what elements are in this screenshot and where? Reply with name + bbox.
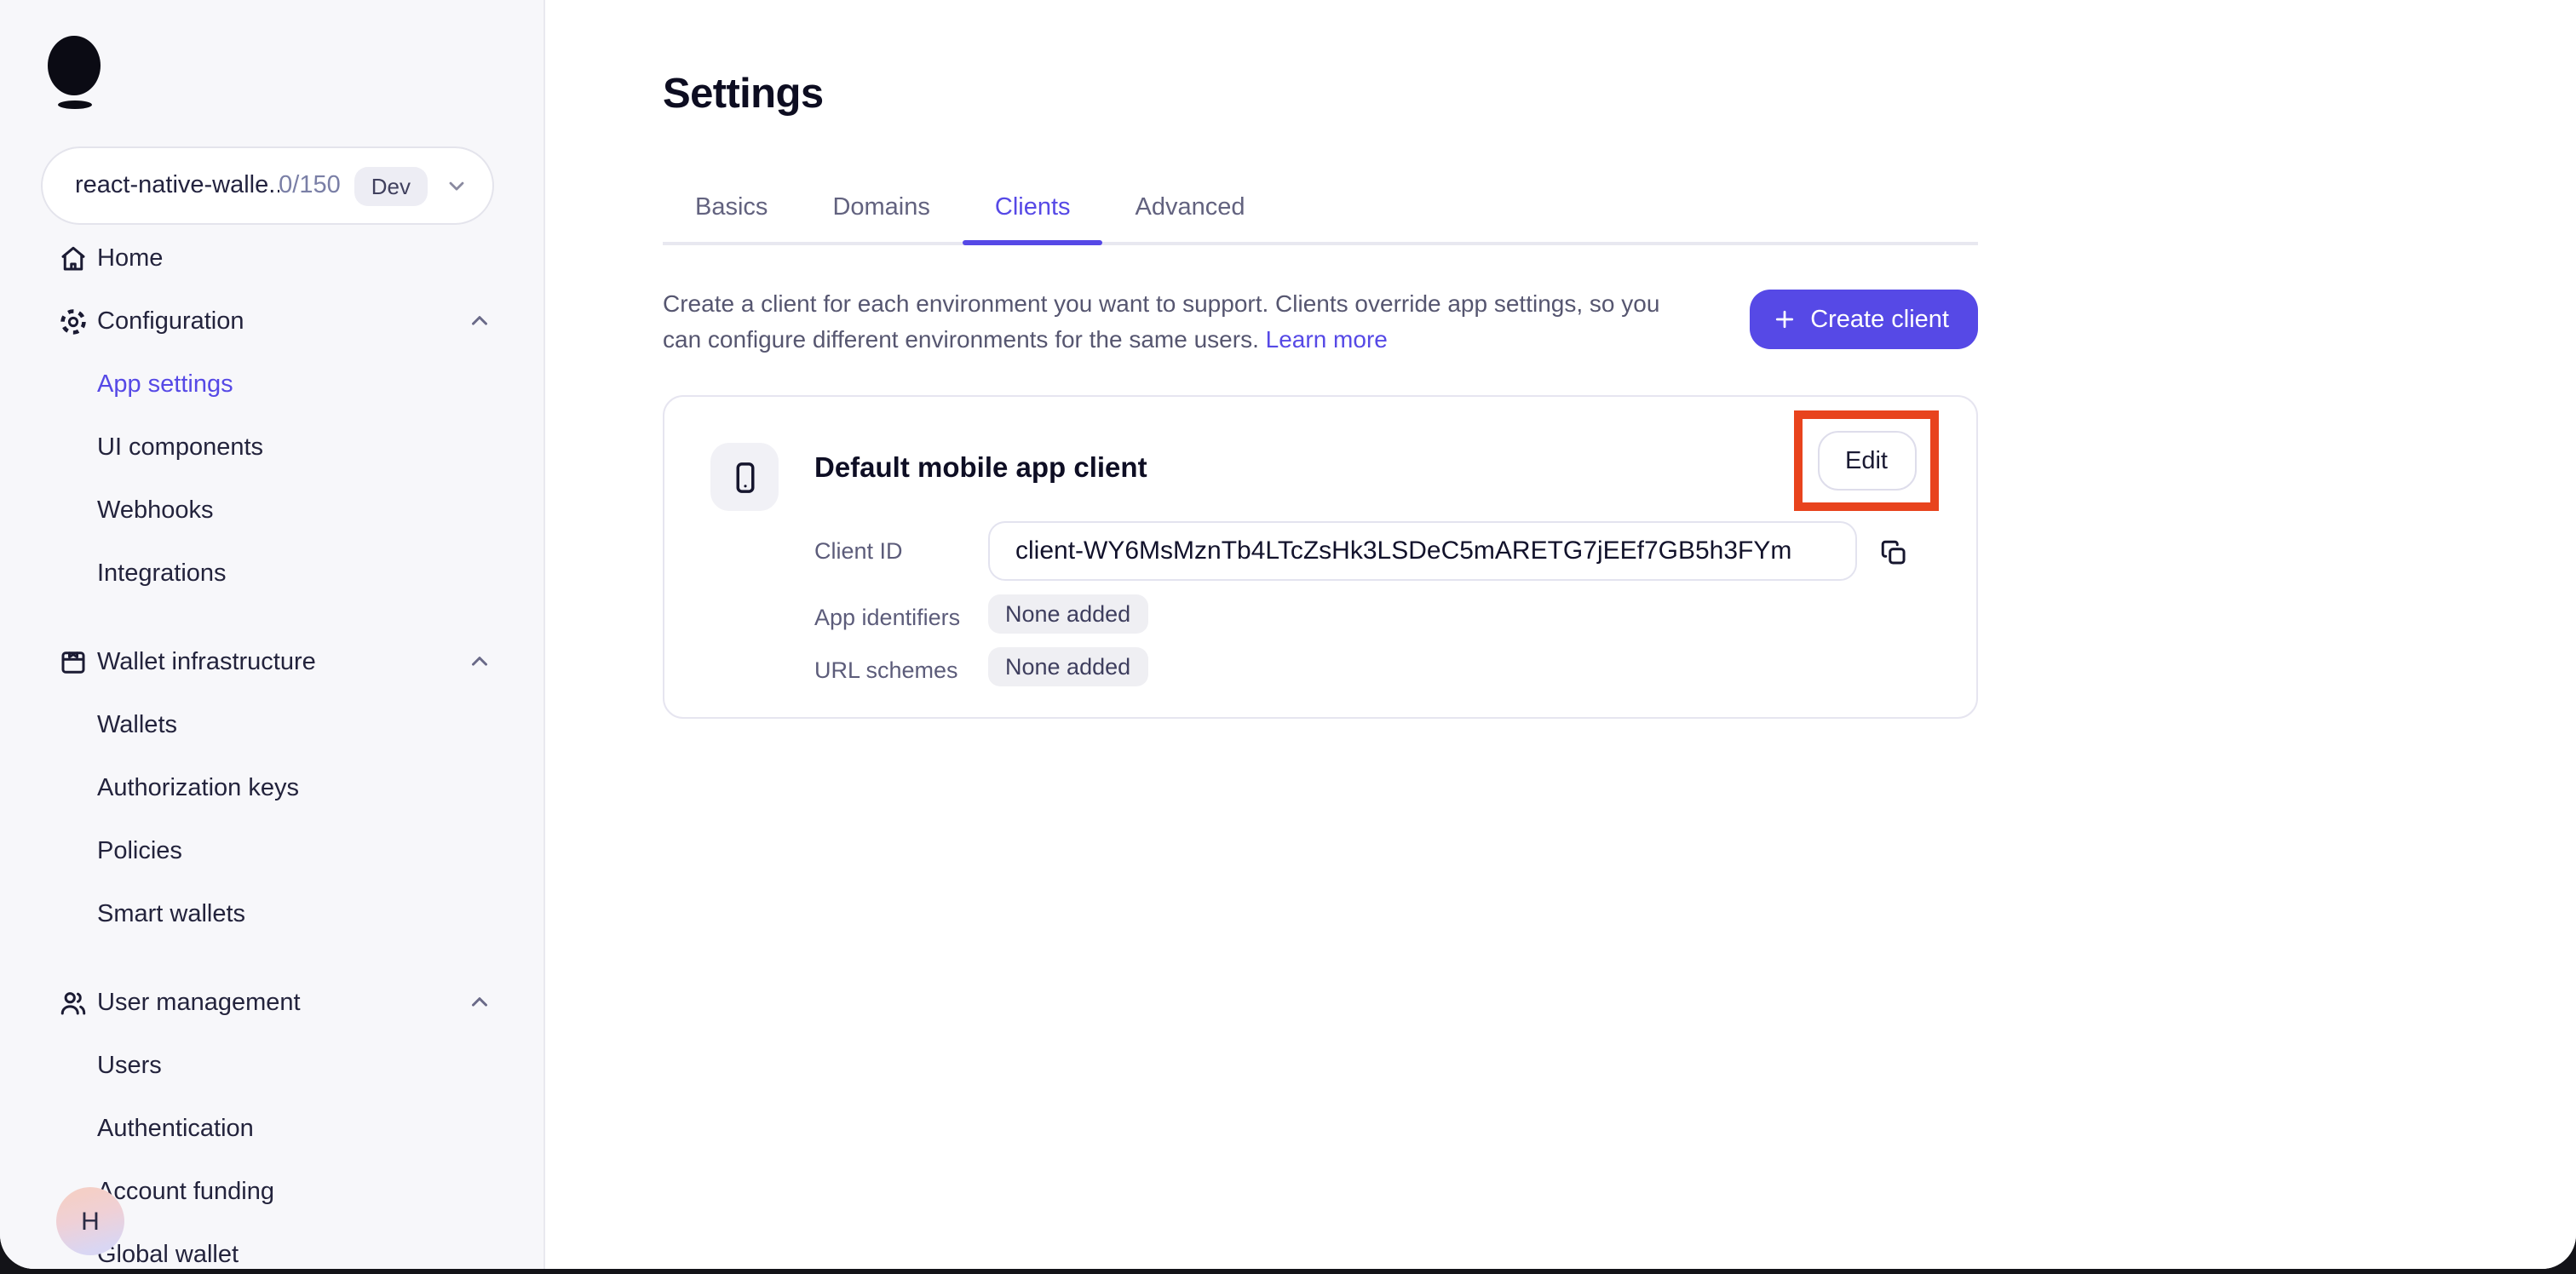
sidebar-item-authorization-keys[interactable]: Authorization keys — [0, 756, 543, 819]
edit-button[interactable]: Edit — [1817, 431, 1916, 491]
sidebar: react-native-walle... 0/150 Dev Home Con… — [0, 0, 545, 1269]
sidebar-item-webhooks[interactable]: Webhooks — [0, 479, 543, 542]
sidebar-item-users[interactable]: Users — [0, 1034, 543, 1097]
wallet-icon — [58, 646, 89, 677]
chevron-up-icon[interactable] — [467, 990, 492, 1015]
project-name: react-native-walle... — [75, 172, 279, 199]
app-logo — [48, 36, 109, 114]
sidebar-item-ui-components[interactable]: UI components — [0, 416, 543, 479]
sidebar-item-home[interactable]: Home — [0, 227, 543, 290]
clients-description-text: Create a client for each environment you… — [663, 290, 1660, 352]
main-content: Settings Basics Domains Clients Advanced… — [545, 0, 2576, 1269]
project-usage: 0/150 — [279, 172, 341, 199]
app-window: react-native-walle... 0/150 Dev Home Con… — [0, 0, 2576, 1269]
url-schemes-badge: None added — [988, 647, 1148, 686]
chevron-down-icon — [445, 174, 469, 198]
page-title: Settings — [663, 72, 824, 118]
avatar-initial: H — [81, 1207, 100, 1236]
home-icon — [58, 243, 89, 273]
client-card-title: Default mobile app client — [814, 453, 1147, 484]
sidebar-item-wallets[interactable]: Wallets — [0, 693, 543, 756]
sidebar-item-authentication[interactable]: Authentication — [0, 1097, 543, 1160]
sidebar-item-configuration[interactable]: Configuration — [0, 290, 543, 353]
plus-icon — [1771, 307, 1797, 332]
sidebar-item-label: Configuration — [97, 307, 244, 335]
copy-icon[interactable] — [1872, 531, 1913, 572]
users-icon — [58, 987, 89, 1018]
logo-ball-icon — [48, 36, 101, 95]
project-selector[interactable]: react-native-walle... 0/150 Dev — [41, 146, 494, 225]
create-client-label: Create client — [1810, 306, 1949, 333]
clients-description: Create a client for each environment you… — [663, 286, 1692, 356]
app-identifiers-label: App identifiers — [814, 605, 961, 630]
client-id-input[interactable] — [988, 521, 1857, 581]
gear-icon — [58, 306, 89, 336]
sidebar-item-label: Home — [97, 244, 164, 272]
tab-basics[interactable]: Basics — [663, 177, 800, 242]
learn-more-link[interactable]: Learn more — [1266, 324, 1388, 352]
sidebar-item-policies[interactable]: Policies — [0, 819, 543, 882]
sidebar-item-user-management[interactable]: User management — [0, 971, 543, 1034]
user-avatar[interactable]: H — [56, 1187, 124, 1255]
sidebar-item-smart-wallets[interactable]: Smart wallets — [0, 882, 543, 945]
tab-clients[interactable]: Clients — [962, 177, 1104, 245]
annotation-highlight-box: Edit — [1794, 410, 1939, 511]
app-identifiers-badge: None added — [988, 594, 1148, 634]
mobile-phone-icon — [727, 459, 762, 495]
chevron-up-icon[interactable] — [467, 649, 492, 674]
create-client-button[interactable]: Create client — [1749, 290, 1978, 349]
tab-bar: Basics Domains Clients Advanced — [663, 177, 1978, 245]
client-card: Default mobile app client Edit Client ID… — [663, 395, 1978, 719]
logo-shadow — [58, 100, 92, 109]
tab-advanced[interactable]: Advanced — [1103, 177, 1278, 242]
project-env-badge: Dev — [354, 166, 428, 205]
sidebar-item-app-settings[interactable]: App settings — [0, 353, 543, 416]
url-schemes-label: URL schemes — [814, 657, 958, 683]
chevron-up-icon[interactable] — [467, 308, 492, 334]
sidebar-nav: Home Configuration App settings UI compo… — [0, 227, 543, 1269]
sidebar-item-label: User management — [97, 989, 301, 1016]
clients-header-row: Create a client for each environment you… — [663, 286, 1978, 356]
client-id-label: Client ID — [814, 538, 903, 564]
tab-domains[interactable]: Domains — [800, 177, 962, 242]
mobile-client-tile — [710, 443, 779, 511]
sidebar-item-integrations[interactable]: Integrations — [0, 542, 543, 605]
sidebar-item-wallet-infrastructure[interactable]: Wallet infrastructure — [0, 630, 543, 693]
sidebar-item-label: Wallet infrastructure — [97, 648, 316, 675]
